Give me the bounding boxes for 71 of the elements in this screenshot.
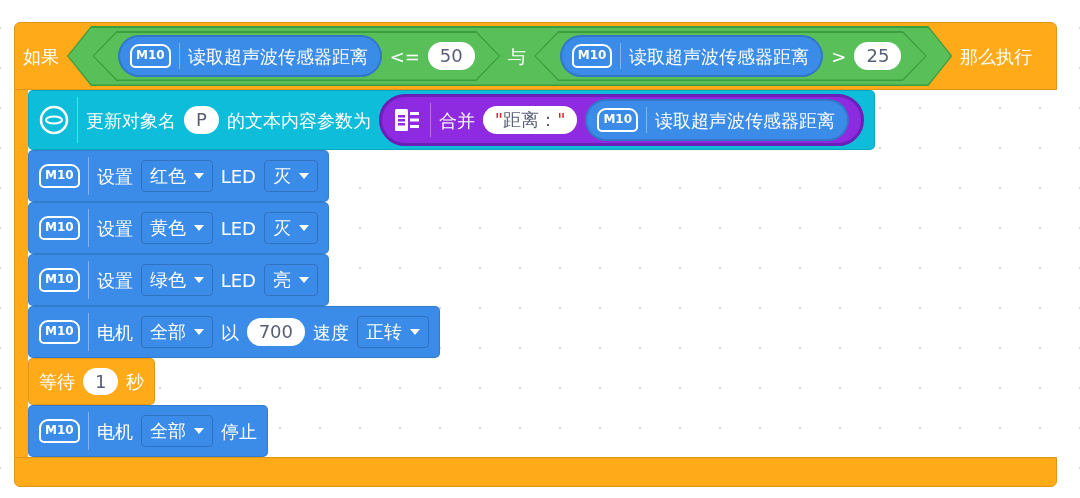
comparison-block[interactable]: M10 读取超声波传感器距离 > 25: [534, 31, 927, 81]
number-field[interactable]: P: [184, 106, 219, 134]
reporter-block[interactable]: M10 读取超声波传感器距离: [559, 35, 824, 77]
block-label: >: [831, 44, 847, 69]
block-label: 速度: [313, 320, 349, 345]
block-label: 以: [220, 320, 239, 345]
block-label: 设置: [96, 164, 133, 189]
block-label: 的文本内容参数为: [226, 108, 371, 133]
dropdown[interactable]: 红色: [140, 160, 213, 192]
number-field[interactable]: 700: [246, 318, 305, 346]
caret-icon: [298, 225, 309, 231]
number-field[interactable]: 25: [854, 42, 902, 70]
dropdown[interactable]: 灭: [263, 160, 318, 192]
robot-icon: M10: [39, 164, 80, 188]
number-field[interactable]: 1: [83, 367, 119, 396]
robot-icon: M10: [571, 44, 613, 68]
code-block[interactable]: M10 设置 红色 LED 灭: [28, 150, 329, 202]
block-label: 合并: [438, 108, 475, 133]
number-field[interactable]: 50: [427, 42, 475, 70]
dropdown[interactable]: 全部: [140, 316, 213, 348]
robot-icon: M10: [597, 108, 639, 132]
caret-icon: [298, 173, 309, 179]
block-label: 电机: [96, 419, 133, 444]
condition-block[interactable]: M10 读取超声波传感器距离 <= 50 与 M10 读取超声波传感器距离 > 25: [67, 26, 953, 86]
block-label: 设置: [96, 216, 133, 241]
dropdown[interactable]: 全部: [140, 415, 213, 447]
dropdown[interactable]: 正转: [357, 316, 429, 348]
code-block[interactable]: M10 电机 全部 以 700 速度 正转: [28, 306, 440, 358]
block-label: 更新对象名: [86, 108, 176, 133]
robot-icon: M10: [39, 268, 80, 292]
block-label: 读取超声波传感器距离: [655, 108, 836, 133]
block-label: 读取超声波传感器距离: [187, 44, 368, 69]
caret-icon: [193, 277, 204, 283]
block-label: LED: [220, 164, 256, 189]
robot-icon: M10: [130, 44, 171, 68]
caret-icon: [193, 428, 204, 434]
dropdown[interactable]: 黄色: [140, 212, 213, 244]
block-label: LED: [220, 216, 256, 241]
reporter-block[interactable]: M10 读取超声波传感器距离: [585, 99, 850, 141]
dropdown[interactable]: 灭: [263, 212, 318, 244]
caret-icon: [298, 277, 309, 283]
block-label: <=: [389, 44, 420, 69]
robot-icon: M10: [39, 320, 80, 344]
block-label: LED: [220, 268, 256, 293]
if-block-header[interactable]: 如果 M10 读取超声波传感器距离 <= 50 与 M10 读取超声波传感器距离 > 25 那么执行: [14, 22, 1057, 90]
code-block[interactable]: M10 设置 黄色 LED 灭: [28, 202, 329, 254]
reporter-block[interactable]: M10 读取超声波传感器距离: [118, 35, 382, 77]
ring-icon: [39, 105, 69, 135]
text-field[interactable]: "距离：": [482, 106, 578, 134]
block-label: 电机: [96, 320, 133, 345]
robot-icon: M10: [39, 216, 80, 240]
block-label: 设置: [96, 268, 133, 293]
reporter-block[interactable]: 合并 "距离：" M10 读取超声波传感器距离: [378, 94, 865, 146]
block-label: 如果: [23, 44, 59, 69]
caret-icon: [193, 225, 204, 231]
block-label: 等待: [39, 370, 75, 394]
caret-icon: [193, 329, 204, 335]
block-label: 那么执行: [960, 44, 1033, 69]
code-block[interactable]: 更新对象名 P 的文本内容参数为 合并 "距离：" M10 读取超声波传感器距离: [28, 90, 876, 150]
dropdown[interactable]: 绿色: [140, 264, 213, 296]
code-block[interactable]: 等待 1 秒: [28, 358, 156, 405]
code-block[interactable]: M10 电机 全部 停止: [28, 405, 268, 457]
block-label: 与: [508, 44, 527, 69]
robot-icon: M10: [39, 419, 80, 443]
block-label: 秒: [126, 370, 145, 394]
block-label: 读取超声波传感器距离: [629, 44, 810, 69]
block-label: 停止: [220, 419, 257, 444]
code-block[interactable]: M10 设置 绿色 LED 亮: [28, 254, 329, 306]
caret-icon: [410, 329, 420, 335]
caret-icon: [193, 173, 204, 179]
dropdown[interactable]: 亮: [263, 264, 318, 296]
